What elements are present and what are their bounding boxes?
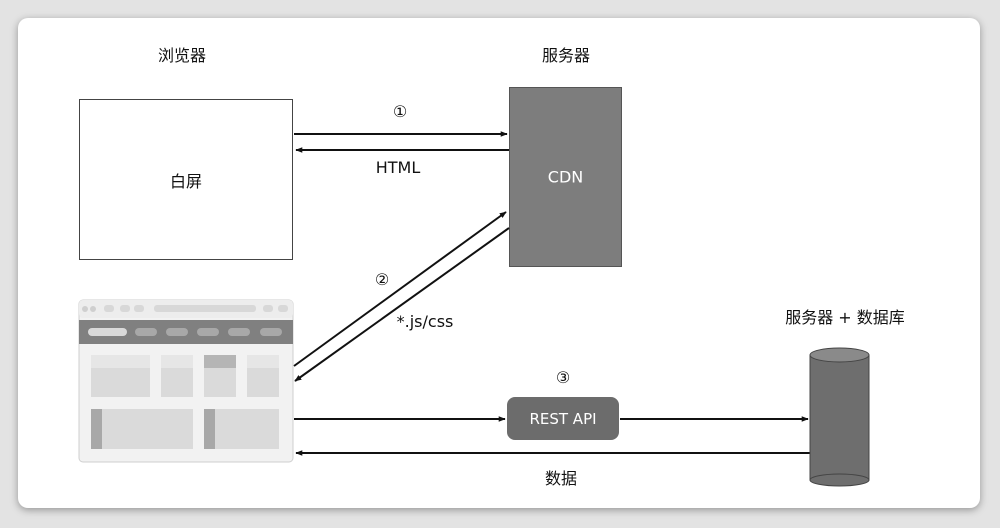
browser-window-icon bbox=[78, 299, 294, 463]
database-cylinder-icon bbox=[809, 347, 870, 487]
diagram-graphics bbox=[78, 131, 870, 487]
arrow-request-js-css bbox=[293, 211, 507, 367]
arrow-response-js-css bbox=[294, 227, 510, 382]
